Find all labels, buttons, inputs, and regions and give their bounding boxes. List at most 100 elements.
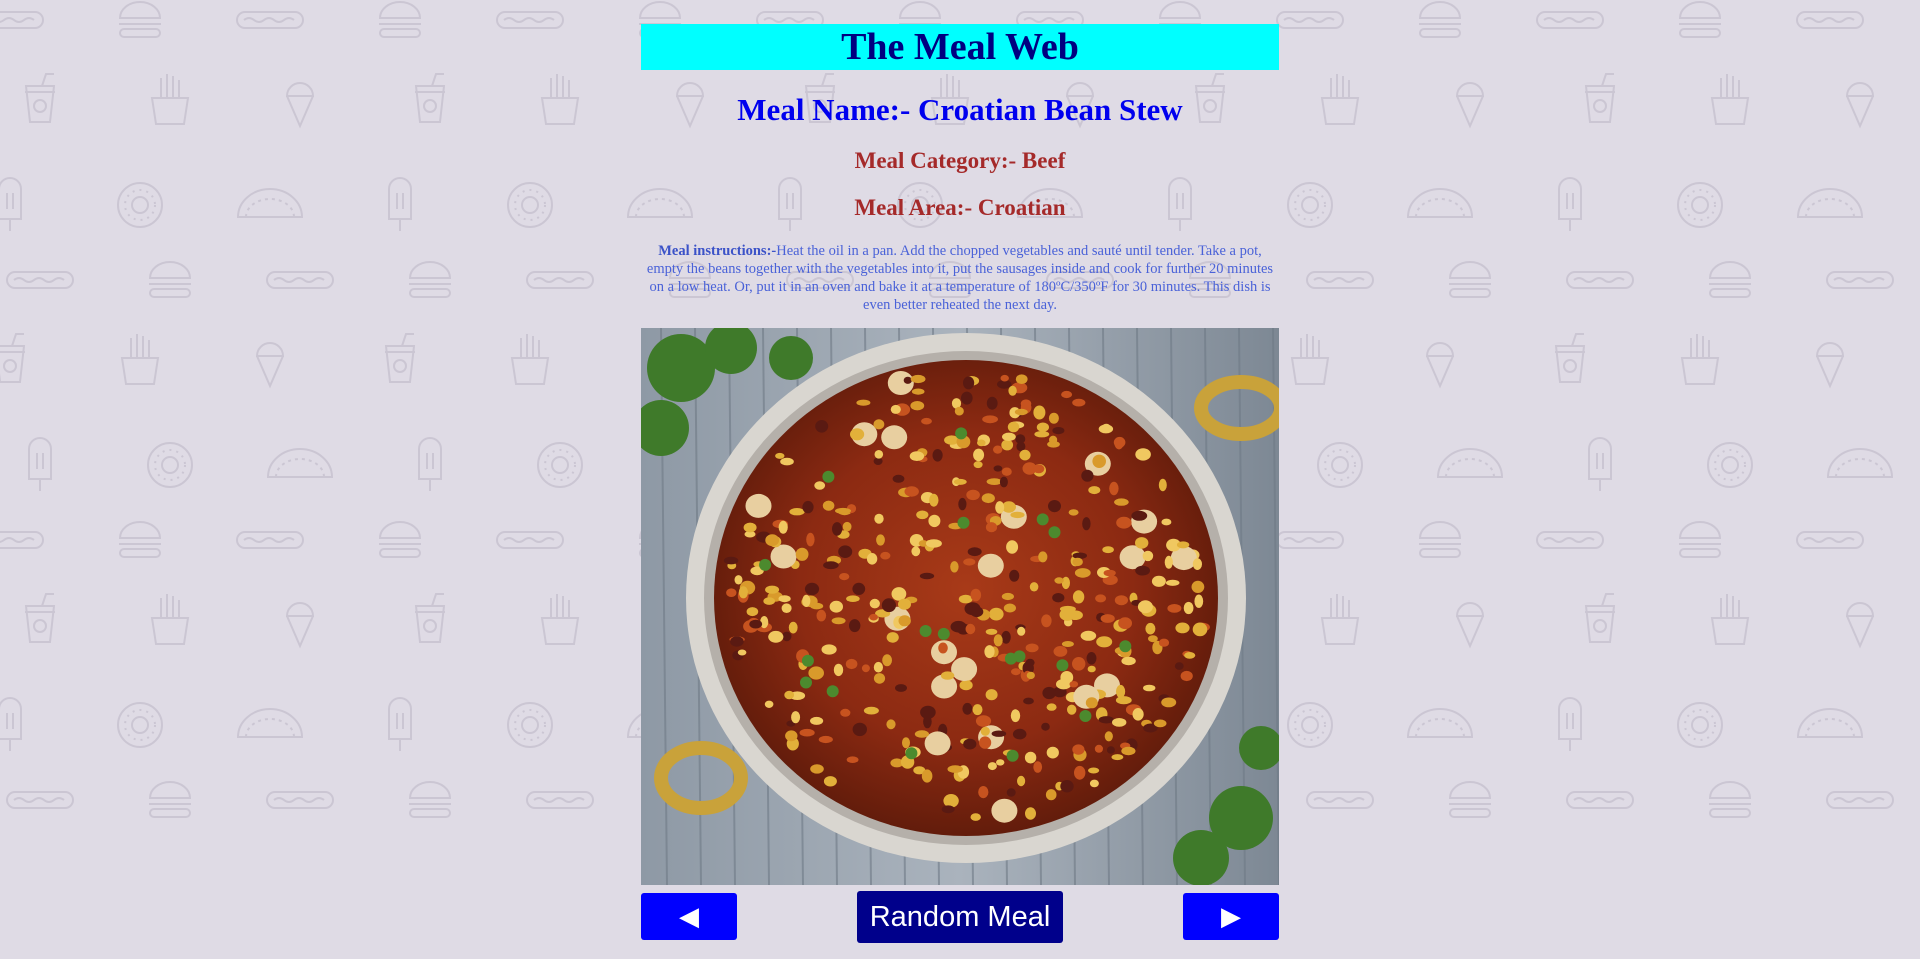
hotdog-icon [526,271,594,289]
burger-icon [1418,521,1462,558]
fries-icon [1681,333,1719,385]
donut-icon [507,182,553,228]
taco-icon [1827,448,1893,478]
hotdog-icon [496,11,564,29]
hotdog-icon [1306,791,1374,809]
donut-icon [117,702,163,748]
burger-icon [118,521,162,558]
hotdog-icon [1566,271,1634,289]
burger-icon [378,521,422,558]
donut-icon [1287,702,1333,748]
popsicle-icon [1588,437,1612,492]
hotdog-icon [266,791,334,809]
hotdog-icon [1826,791,1894,809]
hotdog-icon [1796,11,1864,29]
donut-icon [117,182,163,228]
hotdog-icon [6,791,74,809]
cone-icon [1426,342,1454,387]
taco-icon [237,708,303,738]
popsicle-icon [388,697,412,752]
cone-icon [286,602,314,647]
burger-icon [1418,1,1462,38]
hotdog-icon [496,531,564,549]
hotdog-icon [1276,531,1344,549]
fries-icon [511,333,549,385]
burger-icon [1708,261,1752,298]
hotdog-icon [1796,531,1864,549]
popsicle-icon [0,177,22,232]
cup-icon [24,593,56,643]
donut-icon [1287,182,1333,228]
cup-icon [1584,593,1616,643]
site-title: The Meal Web [641,24,1279,70]
popsicle-icon [388,177,412,232]
popsicle-icon [28,437,52,492]
hotdog-icon [266,271,334,289]
donut-icon [1707,442,1753,488]
donut-icon [537,442,583,488]
next-meal-button[interactable]: ▶ [1183,893,1279,940]
hotdog-icon [526,791,594,809]
cup-icon [384,333,416,383]
cup-icon [1584,73,1616,123]
burger-icon [1448,261,1492,298]
burger-icon [1678,1,1722,38]
cone-icon [1456,82,1484,127]
hotdog-icon [1306,271,1374,289]
previous-meal-button[interactable]: ◀ [641,893,737,940]
donut-icon [507,702,553,748]
hotdog-icon [1566,791,1634,809]
hotdog-icon [1536,11,1604,29]
donut-icon [1677,702,1723,748]
hotdog-icon [1536,531,1604,549]
hotdog-icon [6,271,74,289]
random-meal-button[interactable]: Random Meal [857,891,1063,943]
fries-icon [121,333,159,385]
taco-icon [1407,188,1473,218]
fries-icon [1711,73,1749,125]
fries-icon [1321,73,1359,125]
fries-icon [541,73,579,125]
donut-icon [1677,182,1723,228]
cup-icon [414,73,446,123]
fries-icon [151,593,189,645]
cup-icon [414,593,446,643]
hotdog-icon [0,11,44,29]
burger-icon [1708,781,1752,818]
popsicle-icon [1558,697,1582,752]
taco-icon [1407,708,1473,738]
taco-icon [267,448,333,478]
fries-icon [541,593,579,645]
popsicle-icon [418,437,442,492]
hotdog-icon [236,11,304,29]
meal-instructions: Meal instructions:-Heat the oil in a pan… [641,242,1279,314]
popsicle-icon [1558,177,1582,232]
cone-icon [1846,602,1874,647]
taco-icon [1437,448,1503,478]
taco-icon [1797,188,1863,218]
fries-icon [1291,333,1329,385]
hotdog-icon [1276,11,1344,29]
fries-icon [1711,593,1749,645]
cone-icon [1816,342,1844,387]
meal-area: Meal Area:- Croatian [854,195,1066,220]
meal-photo [641,328,1279,885]
donut-icon [147,442,193,488]
burger-icon [148,261,192,298]
meal-navigation: ◀ Random Meal ▶ [641,891,1279,943]
cone-icon [1456,602,1484,647]
meal-card: The Meal Web Meal Name:- Croatian Bean S… [641,24,1279,943]
cup-icon [0,333,26,383]
cup-icon [24,73,56,123]
hotdog-icon [0,531,44,549]
hotdog-icon [1826,271,1894,289]
burger-icon [408,781,452,818]
donut-icon [1317,442,1363,488]
meal-image [641,328,1279,885]
cup-icon [1554,333,1586,383]
fries-icon [1321,593,1359,645]
meal-name: Meal Name:- Croatian Bean Stew [737,92,1183,127]
fries-icon [151,73,189,125]
taco-icon [1797,708,1863,738]
cone-icon [256,342,284,387]
